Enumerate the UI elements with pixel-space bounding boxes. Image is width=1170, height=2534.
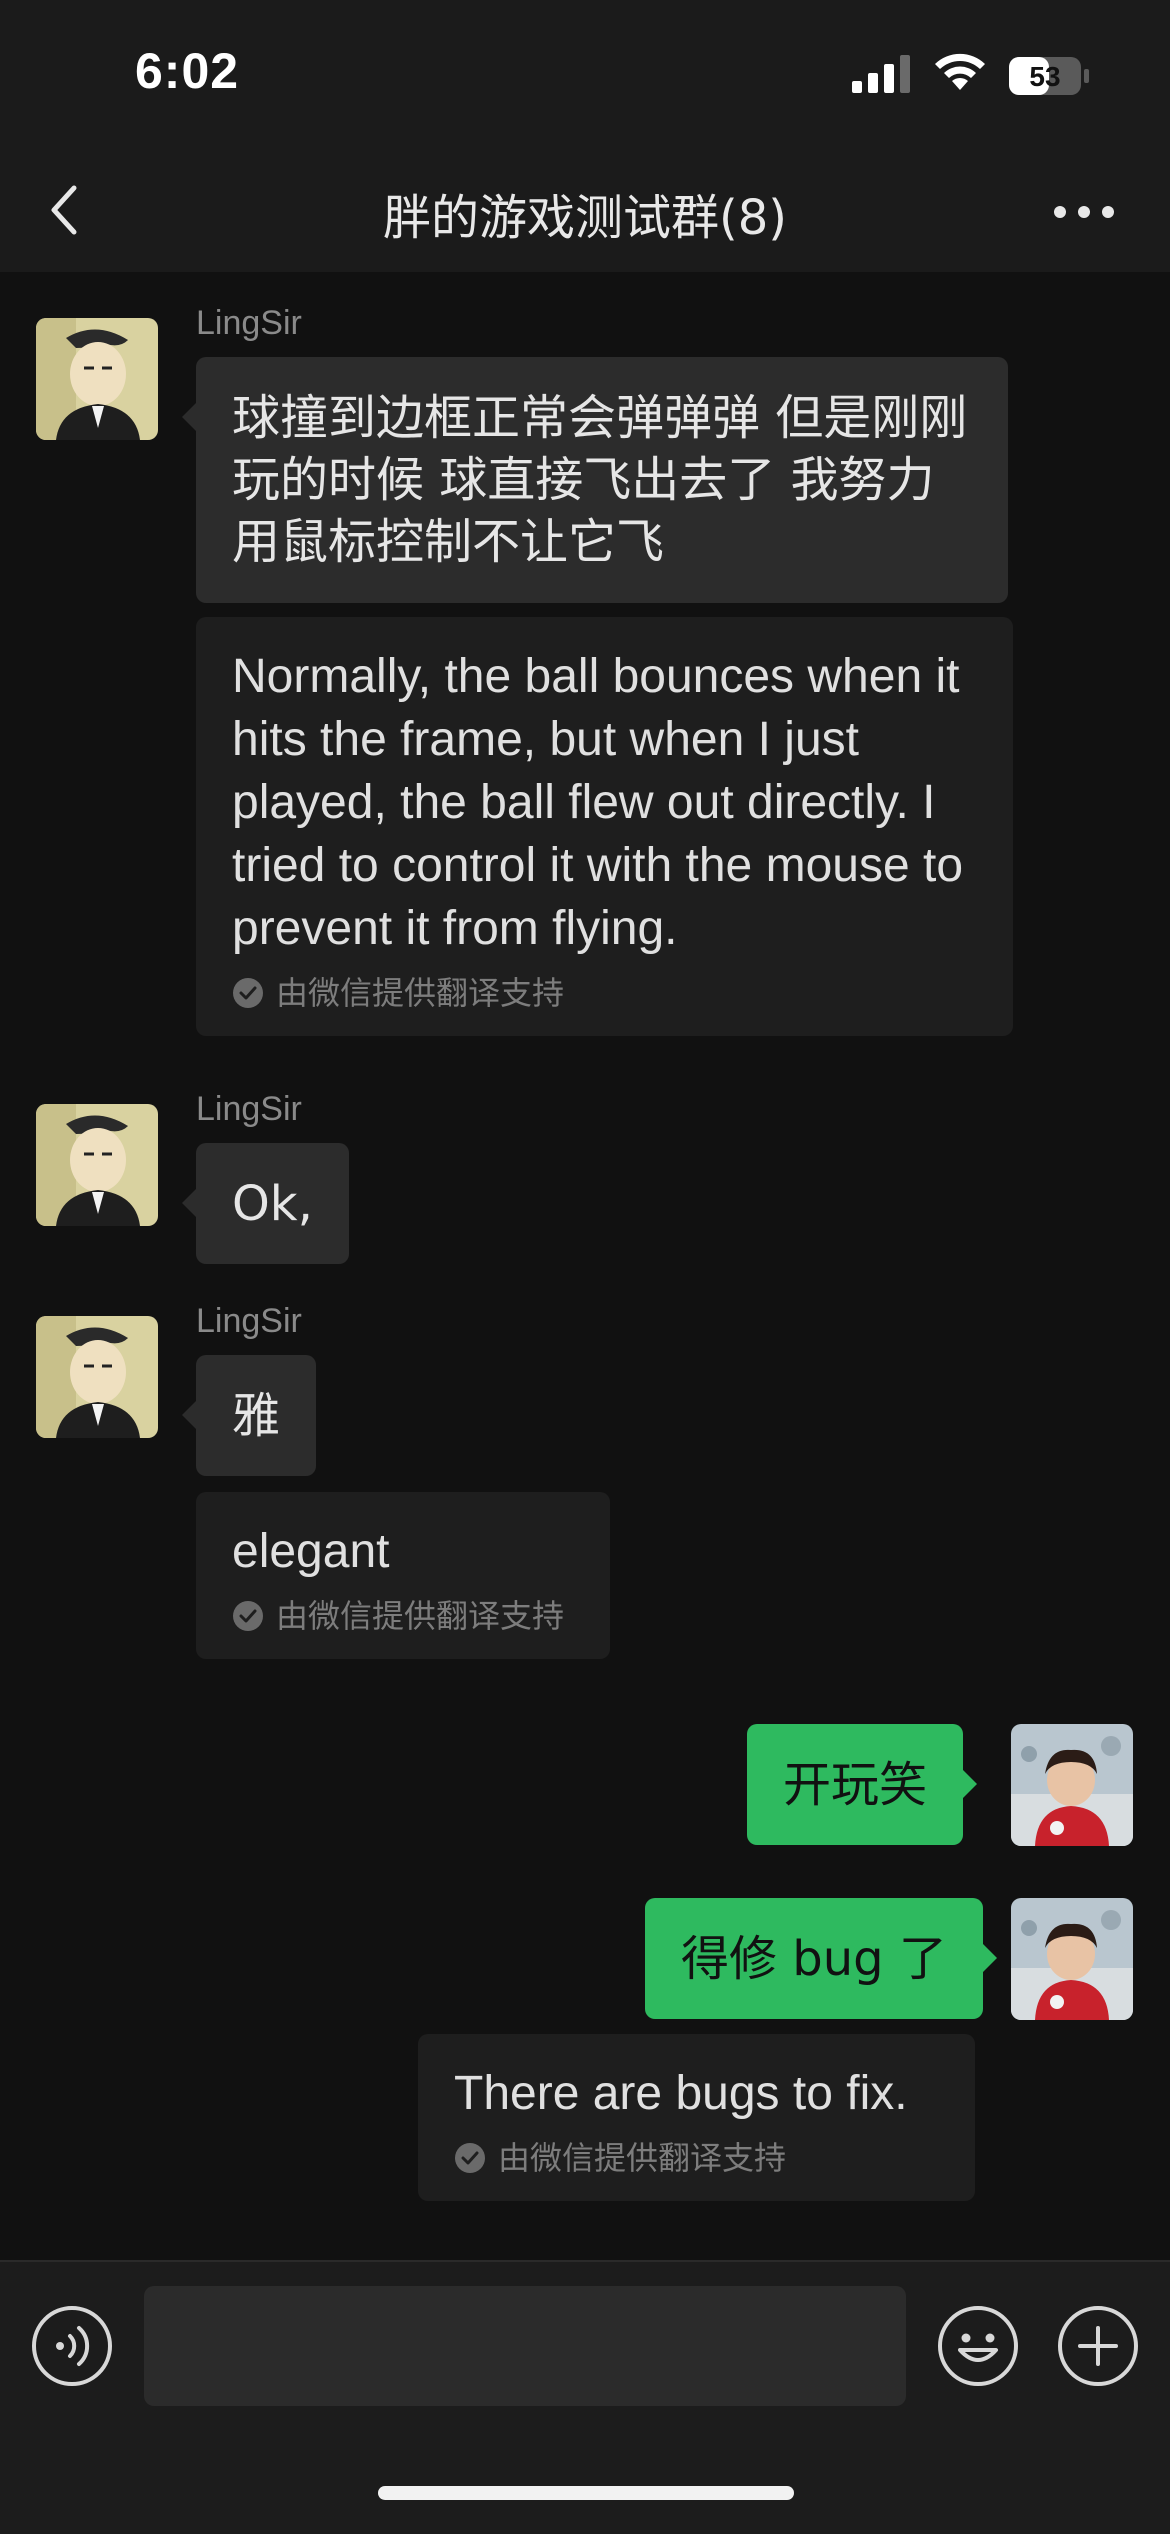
translation-note-text: 由微信提供翻译支持 <box>276 974 565 1012</box>
avatar-lingsir[interactable] <box>36 1316 158 1438</box>
message-bubble[interactable]: Ok, <box>182 1143 349 1264</box>
translation-card[interactable]: elegant 由微信提供翻译支持 <box>196 1492 610 1659</box>
translation-source: 由微信提供翻译支持 <box>232 968 977 1018</box>
message-bubble[interactable]: 雅 <box>181 1355 317 1476</box>
translation-text: Normally, the ball bounces when it hits … <box>232 650 964 955</box>
voice-icon[interactable] <box>30 2304 114 2388</box>
wifi-icon <box>935 53 985 90</box>
check-circle-icon <box>455 2143 485 2173</box>
translation-card[interactable]: Normally, the ball bounces when it hits … <box>196 617 1013 1036</box>
status-bar: 6:02 53 <box>0 0 1170 150</box>
translation-card[interactable]: There are bugs to fix. 由微信提供翻译支持 <box>418 2034 975 2201</box>
message-input[interactable] <box>144 2286 906 2406</box>
message-bubble-outgoing[interactable]: 开玩笑 <box>747 1724 978 1845</box>
chat-title: 胖的游戏测试群(8) <box>383 190 787 246</box>
check-circle-icon <box>233 1601 263 1631</box>
sender-name: LingSir <box>196 1090 302 1128</box>
avatar-self[interactable] <box>1011 1724 1133 1846</box>
plus-icon[interactable] <box>1056 2304 1140 2388</box>
message-list[interactable]: LingSir 球撞到边框正常会弹弹弹 但是刚刚玩的时候 球直接飞出去了 我努力… <box>0 272 1170 2260</box>
translation-source: 由微信提供翻译支持 <box>454 2133 939 2183</box>
message-bubble-outgoing[interactable]: 得修 bug 了 <box>645 1898 997 2019</box>
message-bubble[interactable]: 球撞到边框正常会弹弹弹 但是刚刚玩的时候 球直接飞出去了 我努力用鼠标控制不让它… <box>182 357 1008 603</box>
status-time: 6:02 <box>135 43 240 99</box>
cellular-signal-icon <box>852 55 910 93</box>
translation-note-text: 由微信提供翻译支持 <box>276 1597 565 1635</box>
sender-name: LingSir <box>196 304 302 342</box>
more-dots-icon[interactable] <box>1052 202 1116 222</box>
avatar-self[interactable] <box>1011 1898 1133 2020</box>
translation-source: 由微信提供翻译支持 <box>232 1591 574 1641</box>
check-circle-icon <box>233 978 263 1008</box>
home-indicator[interactable] <box>378 2486 794 2500</box>
translation-note-text: 由微信提供翻译支持 <box>498 2139 787 2177</box>
sender-name: LingSir <box>196 1302 302 1340</box>
battery-icon: 53 <box>1009 57 1089 95</box>
translation-text: elegant <box>232 1525 390 1578</box>
message-input-bar <box>0 2260 1170 2534</box>
emoji-icon[interactable] <box>936 2304 1020 2388</box>
avatar-lingsir[interactable] <box>36 1104 158 1226</box>
chat-header: 胖的游戏测试群(8) <box>0 150 1170 274</box>
battery-level: 53 <box>1029 61 1060 92</box>
avatar-lingsir[interactable] <box>36 318 158 440</box>
translation-text: There are bugs to fix. <box>454 2067 908 2120</box>
